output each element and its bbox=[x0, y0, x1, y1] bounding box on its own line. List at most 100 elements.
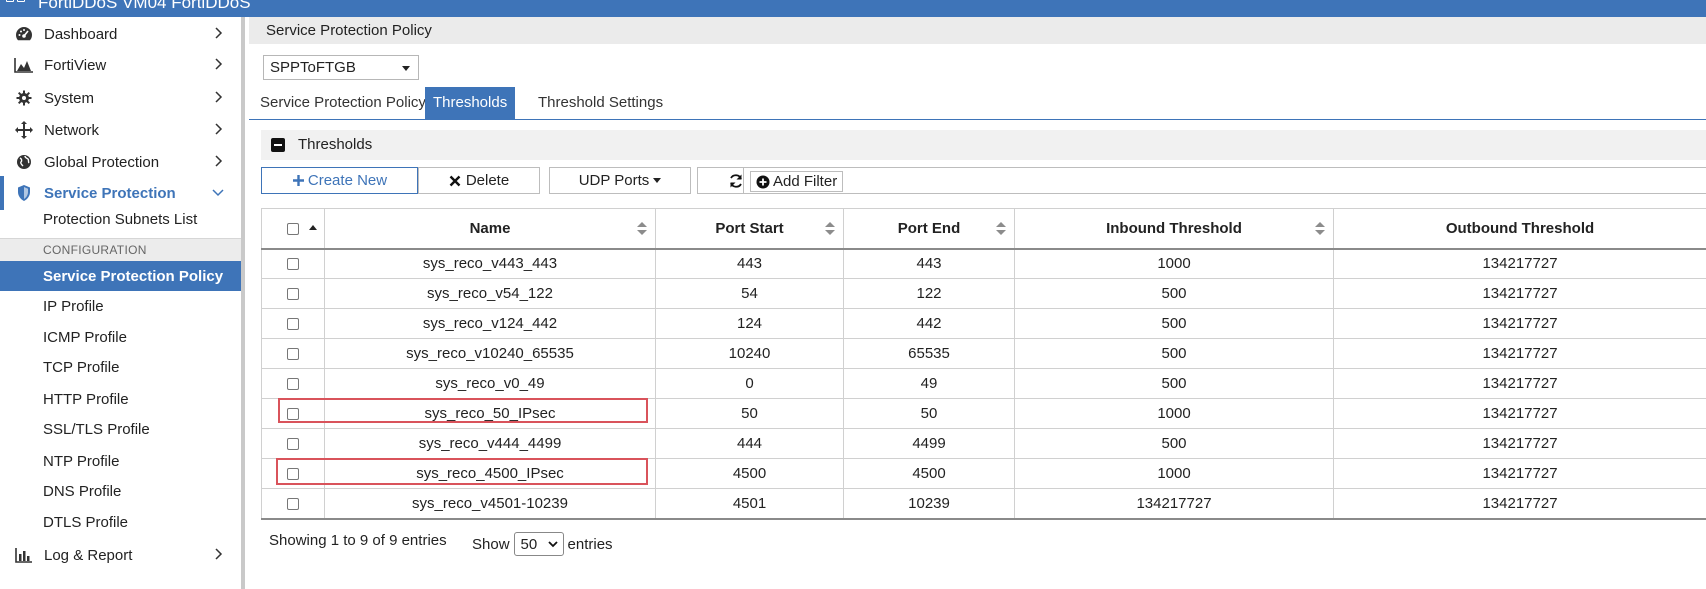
row-checkbox[interactable] bbox=[287, 438, 299, 451]
sidebar-item-label: System bbox=[44, 89, 95, 107]
delete-button[interactable]: Delete bbox=[418, 167, 540, 194]
table-row[interactable]: sys_reco_50_IPsec 50 50 1000 134217727 bbox=[261, 398, 1706, 429]
app-grid-icon[interactable] bbox=[6, 0, 28, 8]
table-row[interactable]: sys_reco_v0_49 0 49 500 134217727 bbox=[261, 368, 1706, 399]
sort-icon[interactable] bbox=[996, 222, 1006, 236]
sidebar-item-label: Global Protection bbox=[44, 153, 160, 171]
table-header-row: Name Port Start Port End Inbound Thresho… bbox=[261, 208, 1706, 250]
policy-select-value: SPPToFTGB bbox=[270, 59, 356, 76]
bar-chart-icon bbox=[14, 545, 34, 565]
table-row[interactable]: sys_reco_v54_122 54 122 500 134217727 bbox=[261, 278, 1706, 309]
globe-icon bbox=[14, 152, 34, 172]
cell-name: sys_reco_v4501-10239 bbox=[324, 488, 656, 520]
sidebar-item-system[interactable]: System bbox=[0, 81, 241, 115]
cell-port-end: 10239 bbox=[843, 488, 1015, 520]
sidebar-item-tcp-profile[interactable]: TCP Profile bbox=[0, 352, 241, 382]
column-header-port-end[interactable]: Port End bbox=[843, 208, 1015, 250]
cell-port-start: 50 bbox=[655, 398, 844, 429]
sort-icon[interactable] bbox=[825, 222, 835, 236]
plus-icon bbox=[292, 175, 304, 186]
sidebar-item-protection-subnets-list[interactable]: Protection Subnets List bbox=[0, 204, 241, 234]
sidebar-item-network[interactable]: Network bbox=[0, 113, 241, 147]
sidebar-item-icmp-profile[interactable]: ICMP Profile bbox=[0, 322, 241, 352]
row-checkbox[interactable] bbox=[287, 258, 299, 271]
add-filter-button[interactable]: Add Filter bbox=[750, 171, 844, 192]
table-row[interactable]: sys_reco_v444_4499 444 4499 500 13421772… bbox=[261, 428, 1706, 459]
column-header-port-start[interactable]: Port Start bbox=[655, 208, 844, 250]
cell-name: sys_reco_v444_4499 bbox=[324, 428, 656, 459]
column-header-name[interactable]: Name bbox=[324, 208, 656, 250]
cell-name: sys_reco_4500_IPsec bbox=[324, 458, 656, 489]
row-checkbox[interactable] bbox=[287, 378, 299, 391]
sort-icon[interactable] bbox=[1315, 222, 1325, 236]
sidebar-item-service-protection-policy[interactable]: Service Protection Policy bbox=[0, 261, 241, 291]
cell-name: sys_reco_v124_442 bbox=[324, 308, 656, 339]
cell-inbound: 500 bbox=[1014, 368, 1334, 399]
table-row[interactable]: sys_reco_4500_IPsec 4500 4500 1000 13421… bbox=[261, 458, 1706, 489]
column-header-inbound-threshold[interactable]: Inbound Threshold bbox=[1014, 208, 1334, 250]
row-checkbox[interactable] bbox=[287, 348, 299, 361]
collapse-icon[interactable] bbox=[271, 138, 285, 152]
chevron-down-icon bbox=[212, 189, 224, 197]
cell-port-start: 124 bbox=[655, 308, 844, 339]
policy-select[interactable]: SPPToFTGB bbox=[263, 55, 419, 80]
main-content: Service Protection Policy SPPToFTGB Serv… bbox=[249, 17, 1706, 589]
udp-ports-dropdown[interactable]: UDP Ports bbox=[549, 167, 691, 194]
sort-asc-icon[interactable] bbox=[309, 225, 317, 230]
row-checkbox[interactable] bbox=[287, 497, 299, 510]
page-size-select[interactable]: 50 bbox=[513, 532, 564, 556]
caret-down-icon bbox=[653, 178, 662, 183]
row-checkbox[interactable] bbox=[287, 288, 299, 301]
tab-bar: Service Protection Policy Thresholds Thr… bbox=[249, 87, 1706, 120]
cell-inbound: 1000 bbox=[1014, 248, 1334, 279]
sidebar-item-ip-profile[interactable]: IP Profile bbox=[0, 291, 241, 321]
table-row[interactable]: sys_reco_v124_442 124 442 500 134217727 bbox=[261, 308, 1706, 339]
chevron-right-icon bbox=[215, 58, 223, 70]
sidebar-item-ssl-tls-profile[interactable]: SSL/TLS Profile bbox=[0, 414, 241, 444]
tab-threshold-settings[interactable]: Threshold Settings bbox=[530, 87, 671, 119]
row-checkbox[interactable] bbox=[287, 468, 299, 481]
row-checkbox[interactable] bbox=[287, 408, 299, 421]
sidebar-item-dns-profile[interactable]: DNS Profile bbox=[0, 476, 241, 506]
cell-name: sys_reco_v443_443 bbox=[324, 248, 656, 279]
table-row[interactable]: sys_reco_v4501-10239 4501 10239 13421772… bbox=[261, 488, 1706, 520]
cell-port-end: 65535 bbox=[843, 338, 1015, 369]
chevron-right-icon bbox=[215, 27, 223, 39]
sidebar-item-ntp-profile[interactable]: NTP Profile bbox=[0, 446, 241, 476]
toolbar: Create New Delete UDP Ports Add Filter bbox=[261, 165, 1706, 201]
page-size-control: Show 50 entries bbox=[472, 532, 613, 556]
sidebar-item-label: FortiView bbox=[44, 56, 107, 74]
table-row[interactable]: sys_reco_v443_443 443 443 1000 134217727 bbox=[261, 248, 1706, 279]
chevron-down-icon bbox=[547, 541, 558, 548]
row-checkbox[interactable] bbox=[287, 318, 299, 331]
sidebar-item-dashboard[interactable]: Dashboard bbox=[0, 17, 241, 51]
create-new-button[interactable]: Create New bbox=[261, 167, 418, 194]
cell-name: sys_reco_50_IPsec bbox=[324, 398, 656, 429]
cell-port-start: 54 bbox=[655, 278, 844, 309]
chevron-right-icon bbox=[215, 548, 223, 560]
tab-thresholds[interactable]: Thresholds bbox=[425, 87, 516, 119]
cell-inbound: 1000 bbox=[1014, 398, 1334, 429]
column-header-outbound-threshold[interactable]: Outbound Threshold bbox=[1333, 208, 1706, 250]
cell-name: sys_reco_v54_122 bbox=[324, 278, 656, 309]
select-all-checkbox[interactable] bbox=[287, 222, 299, 235]
cell-port-end: 4499 bbox=[843, 428, 1015, 459]
panel-title: Thresholds bbox=[298, 136, 373, 153]
select-all-header bbox=[261, 208, 325, 250]
chevron-right-icon bbox=[215, 91, 223, 103]
sidebar-item-global-protection[interactable]: Global Protection bbox=[0, 145, 241, 179]
sort-icon[interactable] bbox=[637, 222, 647, 236]
filter-bar[interactable]: Add Filter bbox=[743, 167, 1706, 194]
cell-port-start: 4500 bbox=[655, 458, 844, 489]
sidebar-item-label: Service Protection bbox=[44, 184, 176, 202]
shield-icon bbox=[14, 183, 34, 203]
sidebar-item-http-profile[interactable]: HTTP Profile bbox=[0, 384, 241, 414]
cell-inbound: 134217727 bbox=[1014, 488, 1334, 520]
sidebar-item-log-report[interactable]: Log & Report bbox=[0, 538, 241, 572]
sidebar-item-fortiview[interactable]: FortiView bbox=[0, 48, 241, 82]
refresh-icon bbox=[729, 173, 742, 188]
tab-service-protection-policy[interactable]: Service Protection Policy bbox=[252, 87, 434, 119]
sidebar-item-dtls-profile[interactable]: DTLS Profile bbox=[0, 507, 241, 537]
chevron-right-icon bbox=[215, 123, 223, 135]
table-row[interactable]: sys_reco_v10240_65535 10240 65535 500 13… bbox=[261, 338, 1706, 369]
